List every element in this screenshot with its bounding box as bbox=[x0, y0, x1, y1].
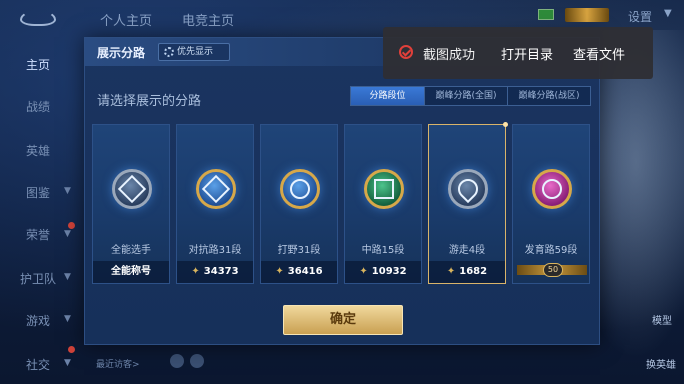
lane-card-name: 发育路59段 bbox=[524, 245, 578, 256]
roam-emblem-icon bbox=[448, 169, 488, 209]
mid-lane-emblem-icon bbox=[364, 169, 404, 209]
lane-card-footer: 全能称号 bbox=[93, 261, 169, 283]
nav-item-guard-team[interactable]: 护卫队 bbox=[20, 270, 56, 287]
lane-card-score: 34373 bbox=[203, 266, 239, 277]
nav-item-social[interactable]: 社交 bbox=[26, 356, 50, 373]
lane-card-farm[interactable]: 发育路59段 50 bbox=[512, 124, 590, 284]
lane-card-score: 36416 bbox=[287, 266, 323, 277]
tab-personal-home[interactable]: 个人主页 bbox=[100, 10, 152, 29]
rank-badge bbox=[565, 8, 609, 22]
notification-dot bbox=[68, 222, 75, 229]
nav-item-home[interactable]: 主页 bbox=[26, 56, 50, 73]
tab-esports-home[interactable]: 电竞主页 bbox=[182, 10, 234, 29]
nav-item-games[interactable]: 游戏 bbox=[26, 312, 50, 329]
flag-icon bbox=[538, 9, 554, 20]
lane-card-footer: ✦ 1682 bbox=[429, 261, 505, 283]
star-icon: ✦ bbox=[359, 266, 368, 277]
star-icon: ✦ bbox=[446, 266, 456, 277]
tab-peak-national[interactable]: 巅峰分路(全国) bbox=[425, 87, 508, 105]
star-icon: ✦ bbox=[191, 266, 200, 277]
visitor-avatar[interactable] bbox=[190, 354, 204, 368]
lane-card-roam[interactable]: 游走4段 ✦ 1682 bbox=[428, 122, 508, 284]
lane-card-footer: ✦ 10932 bbox=[345, 261, 421, 283]
lane-card-score: 10932 bbox=[371, 266, 407, 277]
lane-card-footer: ✦ 34373 bbox=[177, 261, 253, 283]
chevron-down-icon[interactable]: ▼ bbox=[64, 229, 71, 239]
nav-item-heroes[interactable]: 英雄 bbox=[26, 142, 50, 159]
nav-item-records[interactable]: 战绩 bbox=[26, 98, 50, 115]
settings-button[interactable]: 设置 bbox=[628, 8, 652, 25]
screenshot-toast: 截图成功 打开目录 查看文件 bbox=[383, 27, 653, 79]
clash-lane-emblem-icon bbox=[196, 169, 236, 209]
jungle-emblem-icon bbox=[280, 169, 320, 209]
chevron-down-icon[interactable]: ▼ bbox=[64, 358, 71, 368]
lane-card-name: 游走4段 bbox=[448, 245, 486, 256]
notification-dot bbox=[68, 346, 75, 353]
open-folder-link[interactable]: 打开目录 bbox=[501, 44, 553, 63]
select-lane-prompt: 请选择展示的分路 bbox=[97, 94, 202, 109]
lane-card-mid[interactable]: 中路15段 ✦ 10932 bbox=[344, 124, 422, 284]
change-hero-button[interactable]: 换英雄 bbox=[646, 356, 676, 371]
chevron-down-icon[interactable]: ▼ bbox=[664, 8, 672, 19]
lane-card-name: 打野31段 bbox=[277, 245, 321, 256]
all-round-emblem-icon bbox=[112, 169, 152, 209]
visitor-avatar[interactable] bbox=[170, 354, 184, 368]
lane-display-dialog: 展示分路 优先显示 请选择展示的分路 分路段位 巅峰分路(全国) 巅峰分路(战区… bbox=[84, 37, 600, 345]
lane-card-clash[interactable]: 对抗路31段 ✦ 34373 bbox=[176, 124, 254, 284]
chevron-down-icon[interactable]: ▼ bbox=[64, 272, 71, 282]
lane-tabs: 分路段位 巅峰分路(全国) 巅峰分路(战区) bbox=[350, 86, 591, 106]
view-file-link[interactable]: 查看文件 bbox=[573, 44, 625, 63]
lane-card-all-round[interactable]: 全能选手 全能称号 bbox=[92, 124, 170, 284]
priority-display-button[interactable]: 优先显示 bbox=[158, 43, 230, 61]
lane-card-footer: ✦ 36416 bbox=[261, 261, 337, 283]
tab-peak-region[interactable]: 巅峰分路(战区) bbox=[508, 87, 590, 105]
nav-item-honor[interactable]: 荣誉 bbox=[26, 226, 50, 243]
dialog-title: 展示分路 bbox=[97, 46, 146, 60]
lane-card-name: 对抗路31段 bbox=[188, 245, 242, 256]
confirm-button[interactable]: 确定 bbox=[283, 305, 403, 335]
recent-visitors-link[interactable]: 最近访客> bbox=[96, 357, 140, 370]
check-circle-icon bbox=[399, 45, 413, 59]
lane-card-name: 中路15段 bbox=[361, 245, 405, 256]
nav-item-codex[interactable]: 图鉴 bbox=[26, 184, 50, 201]
model-button[interactable]: 模型 bbox=[652, 312, 672, 327]
gear-icon bbox=[164, 47, 174, 57]
back-icon[interactable] bbox=[20, 10, 56, 26]
lane-card-score: 1682 bbox=[459, 266, 488, 277]
lane-card-jungle[interactable]: 打野31段 ✦ 36416 bbox=[260, 124, 338, 284]
chevron-down-icon[interactable]: ▼ bbox=[64, 186, 71, 196]
priority-display-label: 优先显示 bbox=[177, 47, 214, 57]
farm-lane-emblem-icon bbox=[532, 169, 572, 209]
lane-cards: 全能选手 全能称号 对抗路31段 ✦ 34373 打野31段 ✦ 36416 中路1… bbox=[92, 122, 594, 284]
chevron-down-icon[interactable]: ▼ bbox=[64, 314, 71, 324]
star-icon: ✦ bbox=[275, 266, 284, 277]
tab-lane-rank[interactable]: 分路段位 bbox=[351, 87, 425, 105]
lane-card-name: 全能选手 bbox=[111, 245, 151, 256]
level-badge: 50 bbox=[543, 263, 563, 277]
toast-message: 截图成功 bbox=[423, 48, 476, 63]
